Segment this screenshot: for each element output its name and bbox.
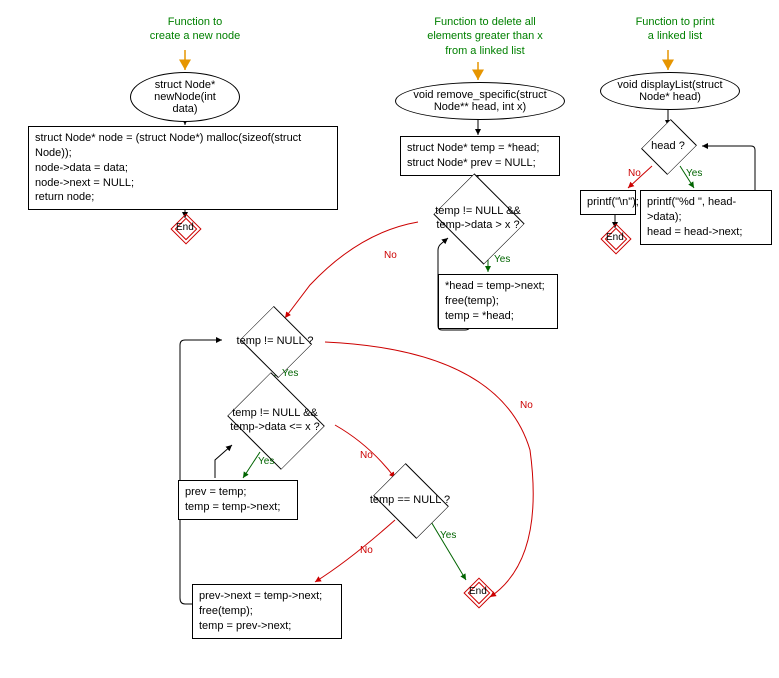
fc2-d2-no: No [520, 400, 533, 411]
fc2-end-text: End [469, 586, 487, 597]
fc3-d1-text: head ? [651, 139, 685, 153]
fc2-d1-text: temp != NULL && temp->data > x ? [435, 204, 521, 233]
fc2-d3-yes: Yes [258, 456, 274, 467]
fc2-p2-text: *head = temp->next; free(temp); temp = *… [445, 280, 545, 322]
fc2-d3: temp != NULL && temp->data <= x ? [200, 390, 350, 450]
fc1-end: End [171, 214, 199, 242]
fc3-end: End [601, 224, 629, 252]
fc2-d3-text: temp != NULL && temp->data <= x ? [230, 406, 320, 435]
fc3-d1-no: No [628, 168, 641, 179]
fc2-d4-text: temp == NULL ? [370, 493, 450, 507]
fc1-end-text: End [176, 222, 194, 233]
fc3-start: void displayList(struct Node* head) [600, 72, 740, 110]
fc2-d1-yes: Yes [494, 254, 510, 265]
fc2-d4-yes: Yes [440, 530, 456, 541]
fc2-d2-text: temp != NULL ? [237, 334, 314, 348]
fc2-d2: temp != NULL ? [222, 318, 328, 364]
fc2-d4-no: No [360, 545, 373, 556]
fc2-p1: struct Node* temp = *head; struct Node* … [400, 136, 560, 176]
fc2-p1-text: struct Node* temp = *head; struct Node* … [407, 142, 539, 169]
fc2-p4: prev->next = temp->next; free(temp); tem… [192, 584, 342, 639]
fc2-p4-text: prev->next = temp->next; free(temp); tem… [199, 590, 322, 632]
fc2-p2: *head = temp->next; free(temp); temp = *… [438, 274, 558, 329]
fc2-d1-no: No [384, 250, 397, 261]
fc3-d1-yes: Yes [686, 168, 702, 179]
fc1-process-1: struct Node* node = (struct Node*) mallo… [28, 126, 338, 210]
fc2-d2-yes: Yes [282, 368, 298, 379]
fc1-start: struct Node* newNode(int data) [130, 72, 240, 122]
fc3-d1: head ? [632, 126, 704, 166]
fc3-end-text: End [606, 232, 624, 243]
fc3-p2: printf("\n"); [580, 190, 636, 215]
fc2-d1: temp != NULL && temp->data > x ? [408, 190, 548, 246]
fc1-start-text: struct Node* newNode(int data) [154, 79, 216, 115]
fc1-p1-text: struct Node* node = (struct Node*) mallo… [35, 132, 301, 203]
fc3-p1: printf("%d ", head->data); head = head->… [640, 190, 772, 245]
fc2-end: End [464, 578, 492, 606]
fc2-start-text: void remove_specific(struct Node** head,… [413, 89, 546, 113]
fc2-d4: temp == NULL ? [350, 478, 470, 522]
fc3-p2-text: printf("\n"); [587, 196, 639, 208]
fc2-start: void remove_specific(struct Node** head,… [395, 82, 565, 120]
fc1-title: Function to create a new node [130, 15, 260, 44]
fc2-title: Function to delete all elements greater … [410, 15, 560, 58]
fc3-start-text: void displayList(struct Node* head) [617, 79, 722, 103]
fc2-p3: prev = temp; temp = temp->next; [178, 480, 298, 520]
fc2-p3-text: prev = temp; temp = temp->next; [185, 486, 280, 513]
fc3-title: Function to print a linked list [620, 15, 730, 44]
fc3-p1-text: printf("%d ", head->data); head = head->… [647, 196, 742, 238]
fc2-d3-no: No [360, 450, 373, 461]
